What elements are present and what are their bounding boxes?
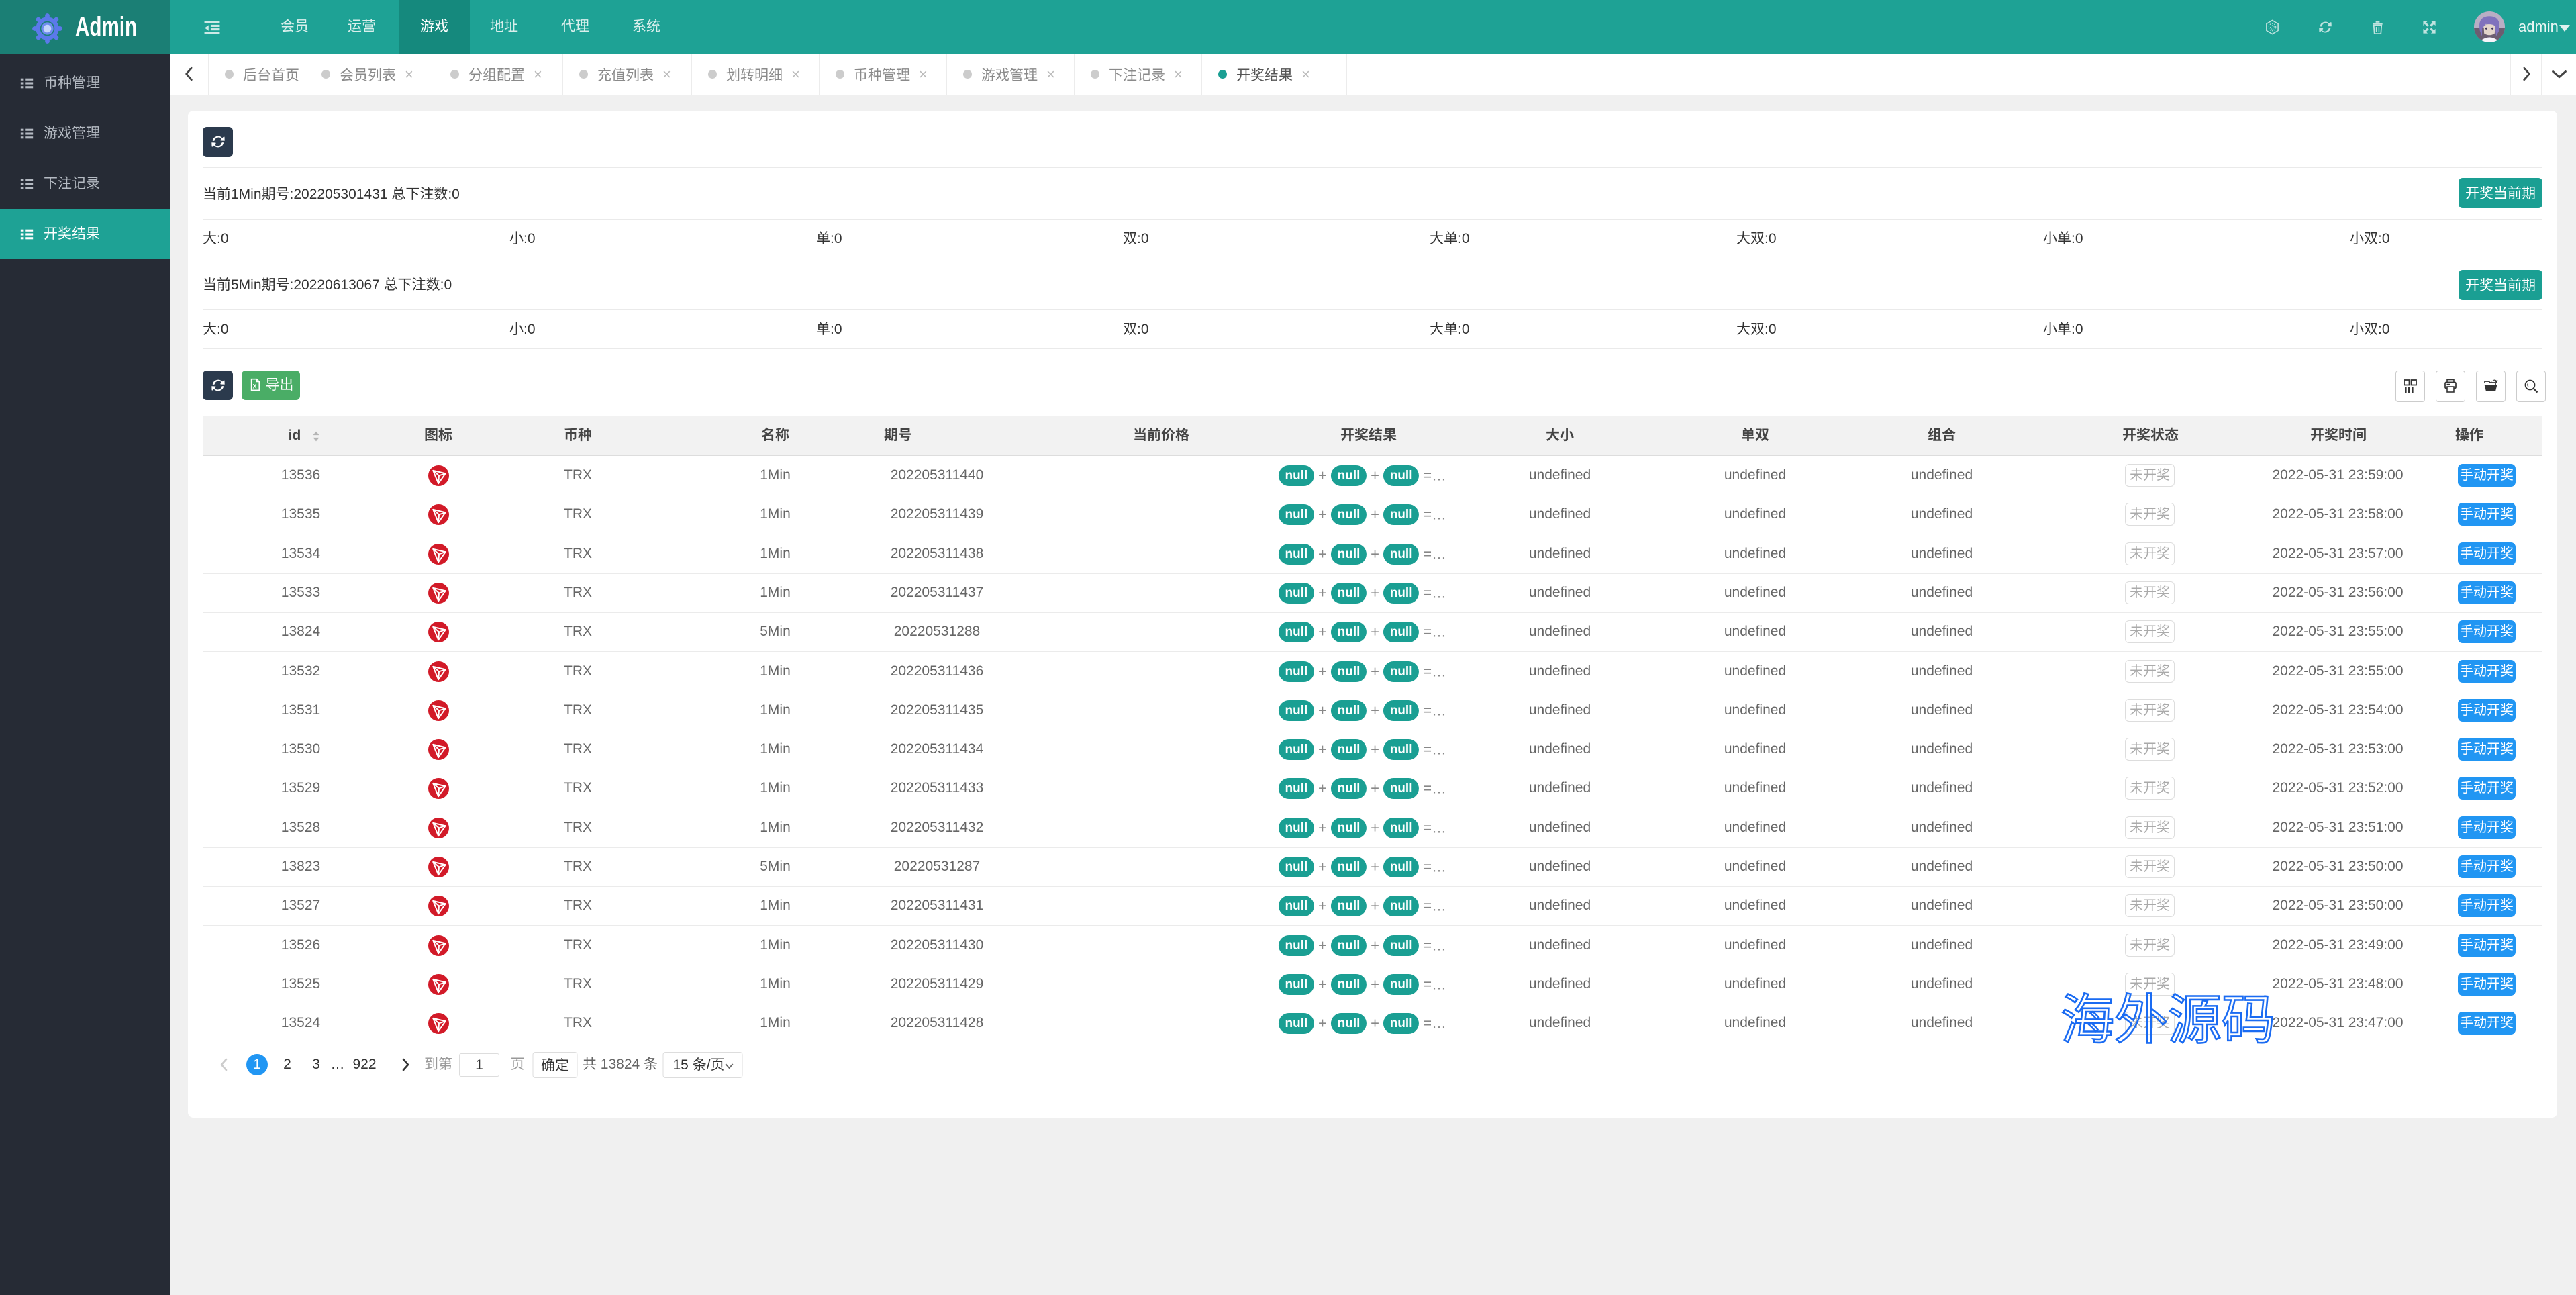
svg-text:X: X bbox=[252, 383, 256, 389]
